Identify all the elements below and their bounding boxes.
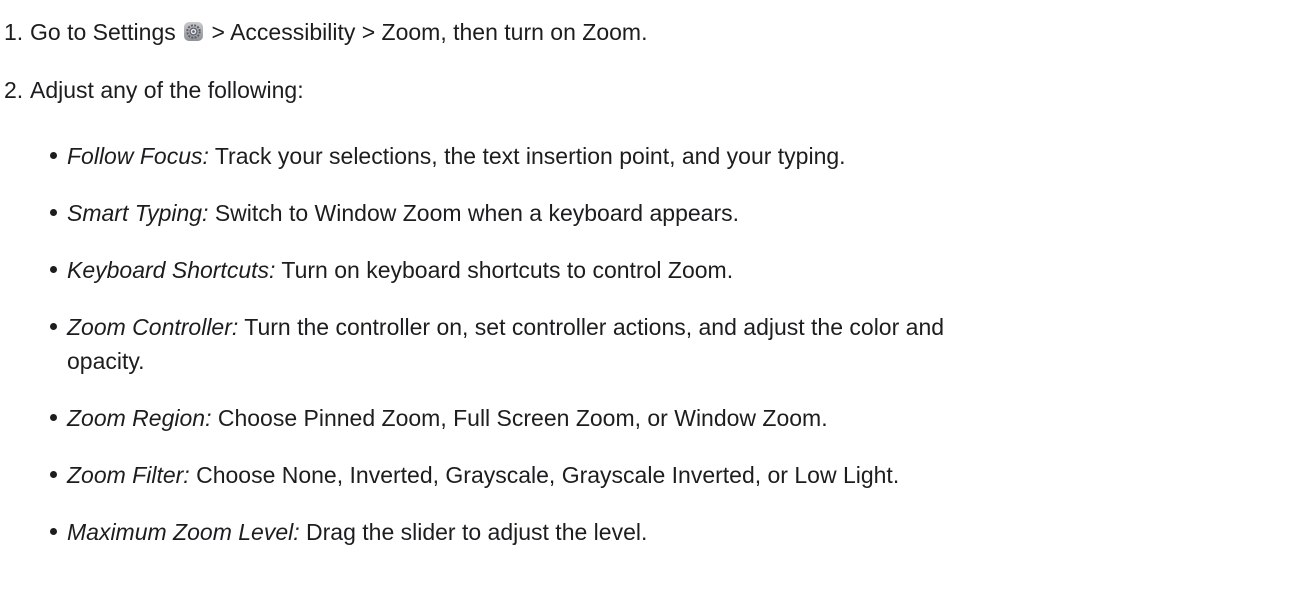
step-1: 1. Go to Settings > Accessibility > Zoom,…	[4, 17, 647, 47]
option-zoom-filter: Zoom Filter: Choose None, Inverted, Gray…	[50, 460, 899, 490]
option-desc: Drag the slider to adjust the level.	[306, 519, 648, 545]
option-desc: Turn the controller on, set controller a…	[244, 314, 945, 340]
bullet-dot	[50, 471, 57, 479]
step-2: 2. Adjust any of the following:	[4, 75, 304, 105]
bullet-dot	[50, 414, 57, 422]
settings-gear-icon	[184, 22, 204, 42]
option-keyboard-shortcuts: Keyboard Shortcuts: Turn on keyboard sho…	[50, 255, 733, 285]
instructions-document: 1. Go to Settings > Accessibility > Zoom,…	[0, 0, 1310, 614]
option-desc-continued: opacity.	[67, 348, 145, 374]
bullet-dot	[50, 152, 57, 160]
option-desc: Track your selections, the text insertio…	[214, 143, 846, 169]
step-text-after: > Accessibility > Zoom, then turn on Zoo…	[211, 19, 648, 45]
bullet-dot	[50, 323, 57, 331]
option-desc: Choose Pinned Zoom, Full Screen Zoom, or…	[217, 405, 828, 431]
option-smart-typing: Smart Typing: Switch to Window Zoom when…	[50, 198, 739, 228]
bullet-dot	[50, 266, 57, 274]
option-term: Zoom Region:	[67, 405, 212, 431]
bullet-dot	[50, 209, 57, 217]
option-term: Smart Typing:	[67, 200, 209, 226]
option-zoom-controller-continued: opacity.	[67, 346, 145, 376]
option-zoom-controller: Zoom Controller: Turn the controller on,…	[50, 312, 944, 342]
option-desc: Choose None, Inverted, Grayscale, Graysc…	[196, 462, 900, 488]
step-text: Go to Settings	[30, 19, 176, 45]
step-number: 1.	[4, 19, 24, 45]
bullet-dot	[50, 528, 57, 536]
option-term: Follow Focus:	[67, 143, 209, 169]
option-term: Zoom Controller:	[67, 314, 239, 340]
option-desc: Turn on keyboard shortcuts to control Zo…	[281, 257, 734, 283]
option-desc: Switch to Window Zoom when a keyboard ap…	[214, 200, 739, 226]
option-zoom-region: Zoom Region: Choose Pinned Zoom, Full Sc…	[50, 403, 828, 433]
option-term: Zoom Filter:	[67, 462, 190, 488]
option-maximum-zoom-level: Maximum Zoom Level: Drag the slider to a…	[50, 517, 647, 547]
option-follow-focus: Follow Focus: Track your selections, the…	[50, 141, 846, 171]
option-term: Maximum Zoom Level:	[67, 519, 300, 545]
step-text: Adjust any of the following:	[30, 77, 304, 103]
option-term: Keyboard Shortcuts:	[67, 257, 276, 283]
step-number: 2.	[4, 77, 24, 103]
